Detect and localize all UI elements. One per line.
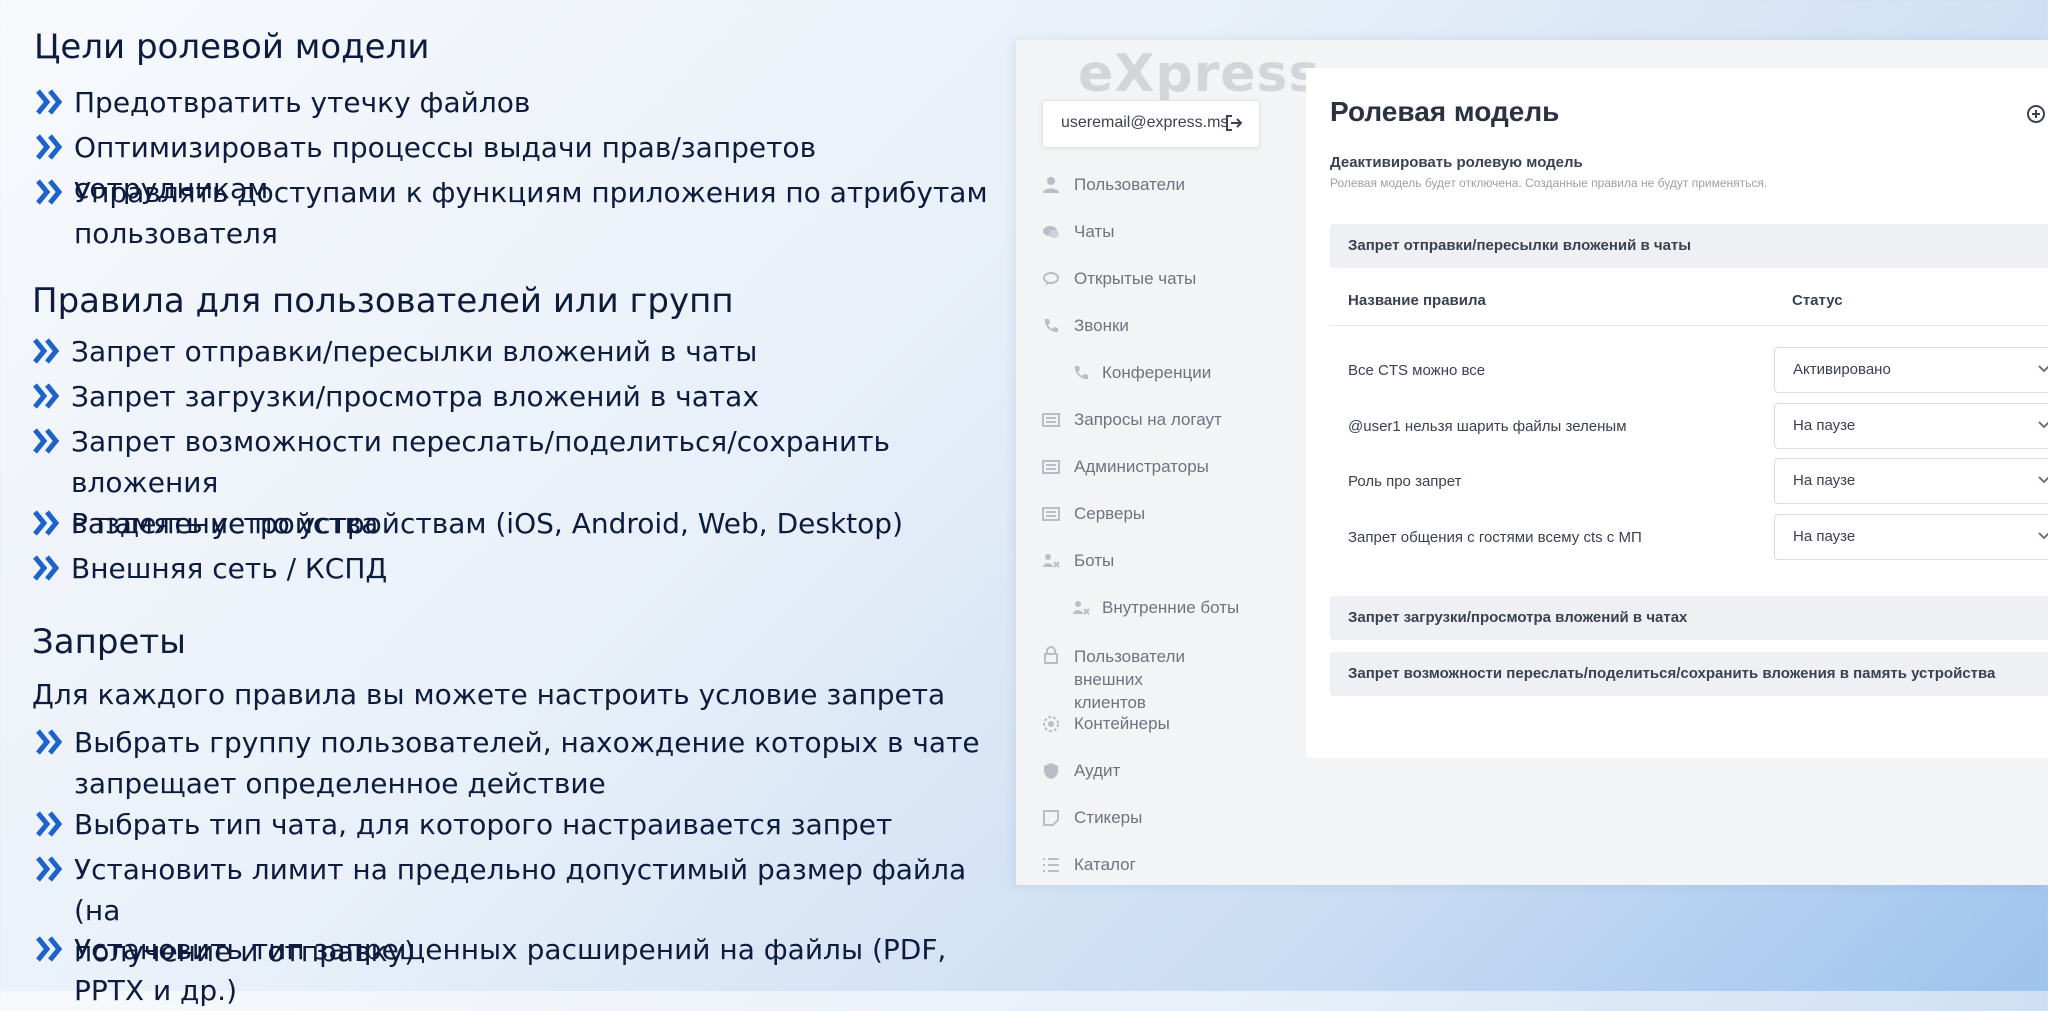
phone-icon — [1044, 319, 1058, 333]
status-select[interactable]: Активировано — [1774, 347, 2048, 393]
double-chevron-icon — [36, 811, 63, 837]
deactivate-description: Ролевая модель будет отключена. Созданны… — [1330, 176, 1768, 190]
bullet-item: Управлять доступами к функциям приложени… — [36, 172, 988, 254]
column-header-status: Статус — [1792, 292, 1843, 309]
status-select[interactable]: На паузе — [1774, 458, 2048, 504]
status-select[interactable]: На паузе — [1774, 514, 2048, 560]
bullet-item: Установить тип запрещенных расширений на… — [36, 929, 1010, 1011]
double-chevron-icon — [33, 383, 60, 409]
page-title: Ролевая модель — [1330, 96, 1560, 127]
double-chevron-icon — [33, 338, 60, 364]
chat-icon — [1043, 226, 1059, 238]
column-header-rule-name: Название правила — [1348, 292, 1486, 309]
user-email: useremail@express.ms — [1061, 114, 1229, 131]
double-chevron-icon — [33, 428, 60, 454]
user-icon — [1043, 177, 1059, 193]
section-heading-restrictions: Запреты — [32, 622, 187, 662]
bullet-item: Разделение по устройствам (iOS, Android,… — [33, 503, 903, 544]
section-header-share-save[interactable]: Запрет возможности переслать/поделиться/… — [1330, 652, 2048, 696]
double-chevron-icon — [36, 856, 63, 882]
sticker-icon — [1043, 810, 1059, 826]
bullet-item: Выбрать тип чата, для которого настраива… — [36, 804, 892, 845]
bullet-item: Запрет отправки/пересылки вложений в чат… — [33, 331, 757, 372]
double-chevron-icon — [33, 510, 60, 536]
shield-icon — [1044, 763, 1058, 779]
express-logo: eXpress — [1078, 44, 1321, 104]
bullet-item: Предотвратить утечку файлов — [36, 82, 530, 123]
logout-icon[interactable] — [1223, 112, 1245, 134]
bot-icon — [1073, 601, 1090, 615]
open-chat-icon — [1043, 272, 1059, 286]
bullet-item: Выбрать группу пользователей, нахождение… — [36, 722, 980, 804]
gear-icon — [1043, 716, 1059, 732]
status-select[interactable]: На паузе — [1774, 403, 2048, 449]
chevron-down-icon — [2038, 532, 2048, 540]
section-header-send-forward[interactable]: Запрет отправки/пересылки вложений в чат… — [1330, 224, 2048, 268]
double-chevron-icon — [36, 134, 63, 160]
main-content: Ролевая модель Деактивировать ролевую мо… — [1306, 68, 2048, 758]
restrictions-intro: Для каждого правила вы можете настроить … — [32, 678, 946, 711]
phone-icon — [1074, 366, 1088, 380]
chevron-down-icon — [2038, 365, 2048, 373]
catalog-icon — [1043, 858, 1059, 872]
bot-icon — [1043, 554, 1060, 568]
rule-name: Роль про запрет — [1348, 473, 1462, 490]
user-account-box[interactable]: useremail@express.ms — [1042, 100, 1260, 148]
app-screenshot: eXpress useremail@express.ms Пользовател… — [1016, 40, 2048, 885]
list-icon — [1042, 413, 1060, 427]
double-chevron-icon — [36, 729, 63, 755]
section-heading-rules: Правила для пользователей или групп — [32, 281, 734, 321]
rule-name: Запрет общения с гостями всему cts с МП — [1348, 529, 1642, 546]
double-chevron-icon — [36, 179, 63, 205]
double-chevron-icon — [33, 555, 60, 581]
bullet-item: Внешняя сеть / КСПД — [33, 548, 387, 589]
lock-icon — [1044, 646, 1058, 664]
double-chevron-icon — [36, 89, 63, 115]
section-heading-goals: Цели ролевой модели — [34, 27, 430, 67]
double-chevron-icon — [36, 936, 63, 962]
chevron-down-icon — [2038, 421, 2048, 429]
deactivate-role-model-link[interactable]: Деактивировать ролевую модель — [1330, 154, 1583, 171]
bullet-item: Запрет загрузки/просмотра вложений в чат… — [33, 376, 759, 417]
add-circle-icon[interactable] — [2026, 104, 2046, 124]
header-divider — [1330, 325, 2048, 326]
list-icon — [1042, 507, 1060, 521]
rule-name: @user1 нельзя шарить файлы зеленым — [1348, 418, 1627, 435]
section-header-download-view[interactable]: Запрет загрузки/просмотра вложений в чат… — [1330, 596, 2048, 640]
list-icon — [1042, 460, 1060, 474]
slide-text: Цели ролевой модели Предотвратить утечку… — [0, 0, 1010, 1007]
chevron-down-icon — [2038, 476, 2048, 484]
rule-name: Все CTS можно все — [1348, 362, 1486, 379]
